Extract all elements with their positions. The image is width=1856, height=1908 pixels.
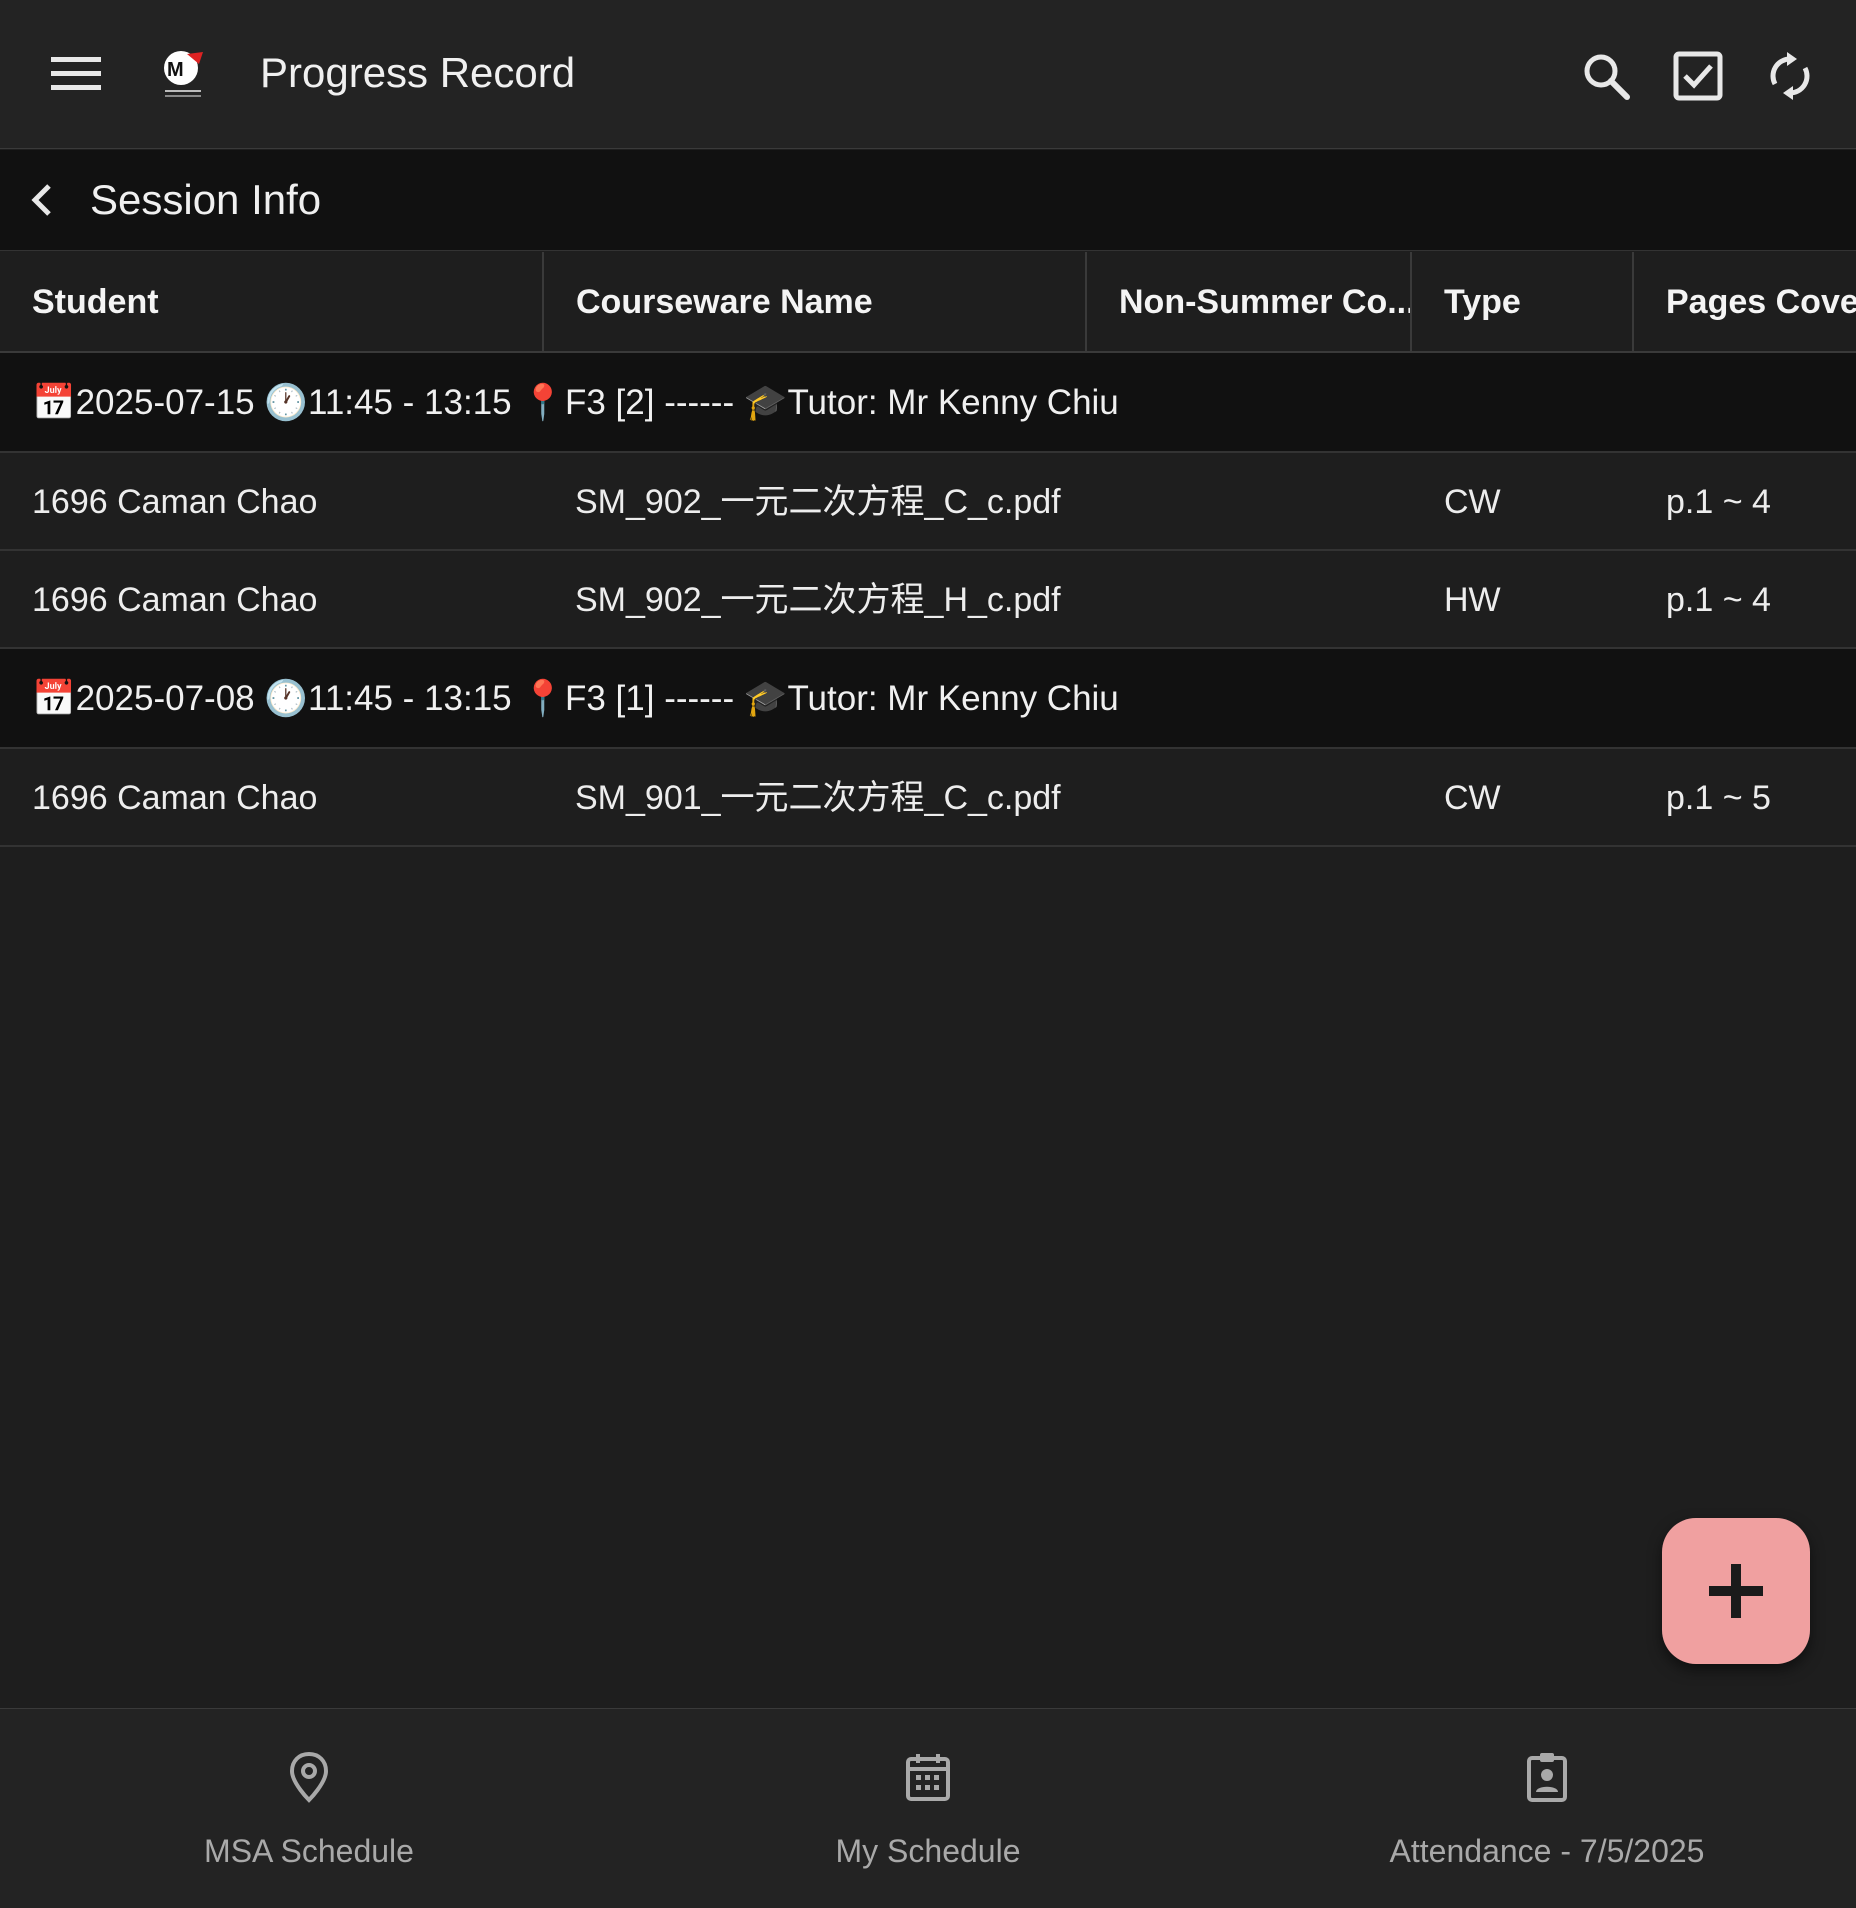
column-header-pages[interactable]: Pages Cover xyxy=(1632,252,1856,353)
cell-student: 1696 Caman Chao xyxy=(32,483,318,521)
cell-pages: p.1 ~ 4 xyxy=(1666,483,1771,521)
table-row[interactable]: 1696 Caman Chao SM_902_一元二次方程_H_c.pdf HW… xyxy=(0,551,1856,649)
nav-msa-schedule[interactable]: MSA Schedule xyxy=(0,1709,618,1908)
cell-pages: p.1 ~ 5 xyxy=(1666,779,1771,817)
calendar-icon xyxy=(898,1747,958,1807)
search-icon xyxy=(1584,54,1630,100)
back-button[interactable] xyxy=(14,172,70,228)
plus-icon xyxy=(1709,1564,1763,1618)
session-location: F3 [2] ------ xyxy=(564,383,735,422)
checkbox-icon xyxy=(1673,51,1723,101)
column-header-courseware[interactable]: Courseware Name xyxy=(542,252,1085,353)
cell-courseware: SM_901_一元二次方程_C_c.pdf xyxy=(575,779,1061,817)
session-location: F3 [1] ------ xyxy=(564,679,735,718)
session-time: 11:45 - 13:15 xyxy=(307,679,512,718)
session-info-header: Session Info xyxy=(0,150,1856,251)
session-date: 2025-07-15 xyxy=(75,383,255,422)
menu-button[interactable] xyxy=(40,44,112,104)
column-header-type[interactable]: Type xyxy=(1410,252,1632,353)
clock-emoji-icon: 🕐 xyxy=(264,383,308,423)
select-all-button[interactable] xyxy=(1662,40,1734,112)
pin-emoji-icon: 📍 xyxy=(521,383,565,423)
bottom-navigation: MSA Schedule My Schedule Attendance - 7/… xyxy=(0,1708,1856,1908)
calendar-emoji-icon: 📅 xyxy=(32,679,76,719)
progress-table: Student Courseware Name Non-Summer Co...… xyxy=(0,252,1856,847)
session-tutor: Tutor: Mr Kenny Chiu xyxy=(787,679,1119,718)
cell-student: 1696 Caman Chao xyxy=(32,779,318,817)
svg-text:M: M xyxy=(167,59,184,81)
session-group-header: 📅2025-07-08 🕐11:45 - 13:15 📍F3 [1] -----… xyxy=(0,649,1856,749)
graduation-cap-emoji-icon: 🎓 xyxy=(743,383,788,423)
cell-courseware: SM_902_一元二次方程_C_c.pdf xyxy=(575,483,1061,521)
session-time: 11:45 - 13:15 xyxy=(307,383,512,422)
clipboard-user-icon xyxy=(1517,1747,1577,1807)
page-title: Progress Record xyxy=(260,49,576,96)
nav-label: Attendance - 7/5/2025 xyxy=(1389,1833,1705,1869)
sync-icon xyxy=(1770,52,1810,100)
search-button[interactable] xyxy=(1570,40,1642,112)
appbar-actions xyxy=(1570,40,1826,112)
location-pin-icon xyxy=(279,1747,339,1807)
table-header: Student Courseware Name Non-Summer Co...… xyxy=(0,252,1856,353)
nav-label: MSA Schedule xyxy=(204,1833,414,1869)
chevron-left-icon xyxy=(31,184,51,216)
clock-emoji-icon: 🕐 xyxy=(264,679,308,719)
app-logo: M xyxy=(152,44,214,104)
top-app-bar: M Progress Record xyxy=(0,0,1856,149)
session-group-header: 📅2025-07-15 🕐11:45 - 13:15 📍F3 [2] -----… xyxy=(0,353,1856,453)
sync-button[interactable] xyxy=(1754,40,1826,112)
nav-label: My Schedule xyxy=(835,1833,1021,1869)
nav-attendance[interactable]: Attendance - 7/5/2025 xyxy=(1238,1709,1856,1908)
cell-type: CW xyxy=(1444,483,1501,521)
cell-type: CW xyxy=(1444,779,1501,817)
session-tutor: Tutor: Mr Kenny Chiu xyxy=(787,383,1119,422)
pin-emoji-icon: 📍 xyxy=(521,679,565,719)
table-row[interactable]: 1696 Caman Chao SM_902_一元二次方程_C_c.pdf CW… xyxy=(0,453,1856,551)
section-title: Session Info xyxy=(90,176,322,223)
table-row[interactable]: 1696 Caman Chao SM_901_一元二次方程_C_c.pdf CW… xyxy=(0,749,1856,847)
column-header-non-summer[interactable]: Non-Summer Co... xyxy=(1085,252,1410,353)
graduation-cap-emoji-icon: 🎓 xyxy=(743,679,788,719)
cell-student: 1696 Caman Chao xyxy=(32,581,318,619)
nav-my-schedule[interactable]: My Schedule xyxy=(619,1709,1237,1908)
menu-icon xyxy=(51,57,101,90)
add-record-button[interactable] xyxy=(1662,1518,1810,1664)
cell-pages: p.1 ~ 4 xyxy=(1666,581,1771,619)
calendar-emoji-icon: 📅 xyxy=(32,383,76,423)
app-root: M Progress Record Session Info Student C… xyxy=(0,0,1856,1908)
session-date: 2025-07-08 xyxy=(75,679,255,718)
cell-courseware: SM_902_一元二次方程_H_c.pdf xyxy=(575,581,1061,619)
column-header-student[interactable]: Student xyxy=(0,252,542,353)
cell-type: HW xyxy=(1444,581,1501,619)
